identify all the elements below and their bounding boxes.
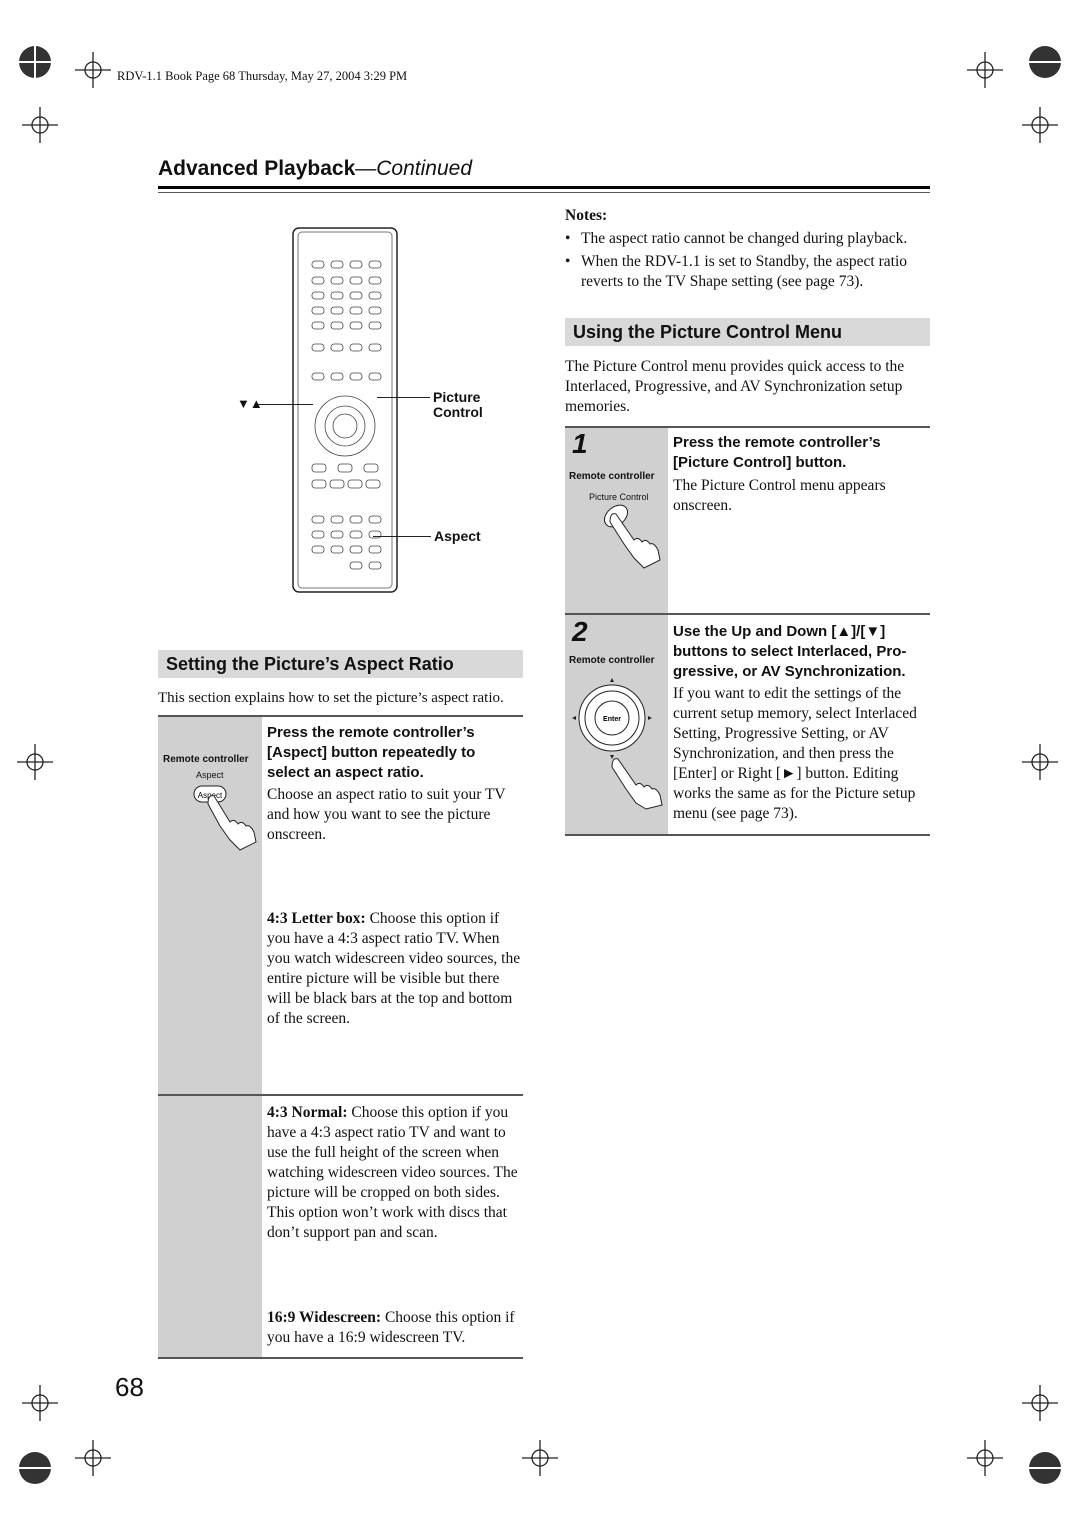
callout-line [377, 397, 430, 398]
section-heading: Using the Picture Control Menu [565, 318, 930, 346]
section-intro: The Picture Control menu provides quick … [565, 358, 905, 415]
hand-press-icon [603, 504, 661, 569]
option-widescreen: 16:9 Widescreen: Choose this option if y… [267, 1309, 515, 1346]
remote-control-illustration [292, 227, 398, 593]
registration-mark-icon [1022, 1385, 1058, 1421]
page-number: 68 [115, 1372, 144, 1402]
divider [565, 426, 930, 428]
title-rule [158, 186, 930, 189]
control-label: Control [433, 404, 483, 420]
registration-mark-icon [22, 1385, 58, 1421]
callout-line [258, 404, 313, 405]
aspect-button-caption: Aspect [196, 770, 224, 780]
step-body: Choose an aspect ratio to suit your TV a… [267, 786, 506, 843]
registration-mark-icon [22, 107, 58, 143]
divider [565, 613, 930, 615]
registration-mark-icon [522, 1440, 558, 1476]
notes-list: • The aspect ratio cannot be changed duri… [565, 229, 930, 292]
registration-mark-icon [75, 1440, 111, 1476]
step-heading: Use the Up and Down [▲]/[▼] buttons to s… [673, 623, 907, 680]
option-letterbox: 4:3 Letter box: Choose this option if yo… [267, 910, 521, 1027]
note-item: • When the RDV-1.1 is set to Standby, the… [565, 253, 908, 290]
print-header: RDV-1.1 Book Page 68 Thursday, May 27, 2… [117, 69, 408, 83]
registration-mark-icon [17, 744, 53, 780]
note-item: • The aspect ratio cannot be changed duri… [565, 230, 908, 247]
picture-label: Picture [433, 389, 481, 405]
notes-title: Notes: [565, 207, 608, 224]
aspect-label: Aspect [434, 528, 481, 544]
divider [158, 1357, 523, 1359]
step-number: 1 [572, 428, 588, 459]
remote-controller-label: Remote controller [569, 471, 655, 482]
remote-controller-label: Remote controller [163, 754, 249, 765]
title-sub: —Continued [355, 157, 473, 180]
registration-mark-icon [967, 1440, 1003, 1476]
registration-mark-icon [1022, 744, 1058, 780]
option-normal: 4:3 Normal: Choose this option if you ha… [267, 1104, 518, 1241]
step-number: 2 [572, 616, 588, 647]
svg-text:Enter: Enter [603, 716, 621, 723]
section-heading: Setting the Picture’s Aspect Ratio [158, 650, 523, 678]
up-down-arrows-icon: ▼▲ [237, 396, 263, 411]
registration-mark-icon [967, 52, 1003, 88]
registration-mark-icon [1022, 107, 1058, 143]
registration-mark-icon [75, 52, 111, 88]
section-intro: This section explains how to set the pic… [158, 690, 504, 706]
remote-controller-label: Remote controller [569, 655, 655, 666]
manual-page: RDV-1.1 Book Page 68 Thursday, May 27, 2… [0, 0, 1080, 1528]
divider [158, 715, 523, 717]
step-heading: Press the remote controller’s [Picture C… [673, 434, 881, 471]
divider [158, 1094, 523, 1096]
callout-line [373, 536, 431, 537]
hand-press-icon: Aspect [193, 785, 257, 851]
divider [565, 834, 930, 836]
title-main: Advanced Playback [158, 157, 356, 180]
page-title: Advanced Playback—Continued [158, 157, 472, 181]
step-heading: Press the remote controller’s [Aspect] b… [267, 724, 476, 781]
title-rule-thin [158, 192, 930, 193]
step-body: The Picture Control menu appears onscree… [673, 477, 886, 514]
enter-dpad-icon: Enter [572, 678, 663, 810]
step-body: If you want to edit the settings of the … [673, 685, 917, 822]
